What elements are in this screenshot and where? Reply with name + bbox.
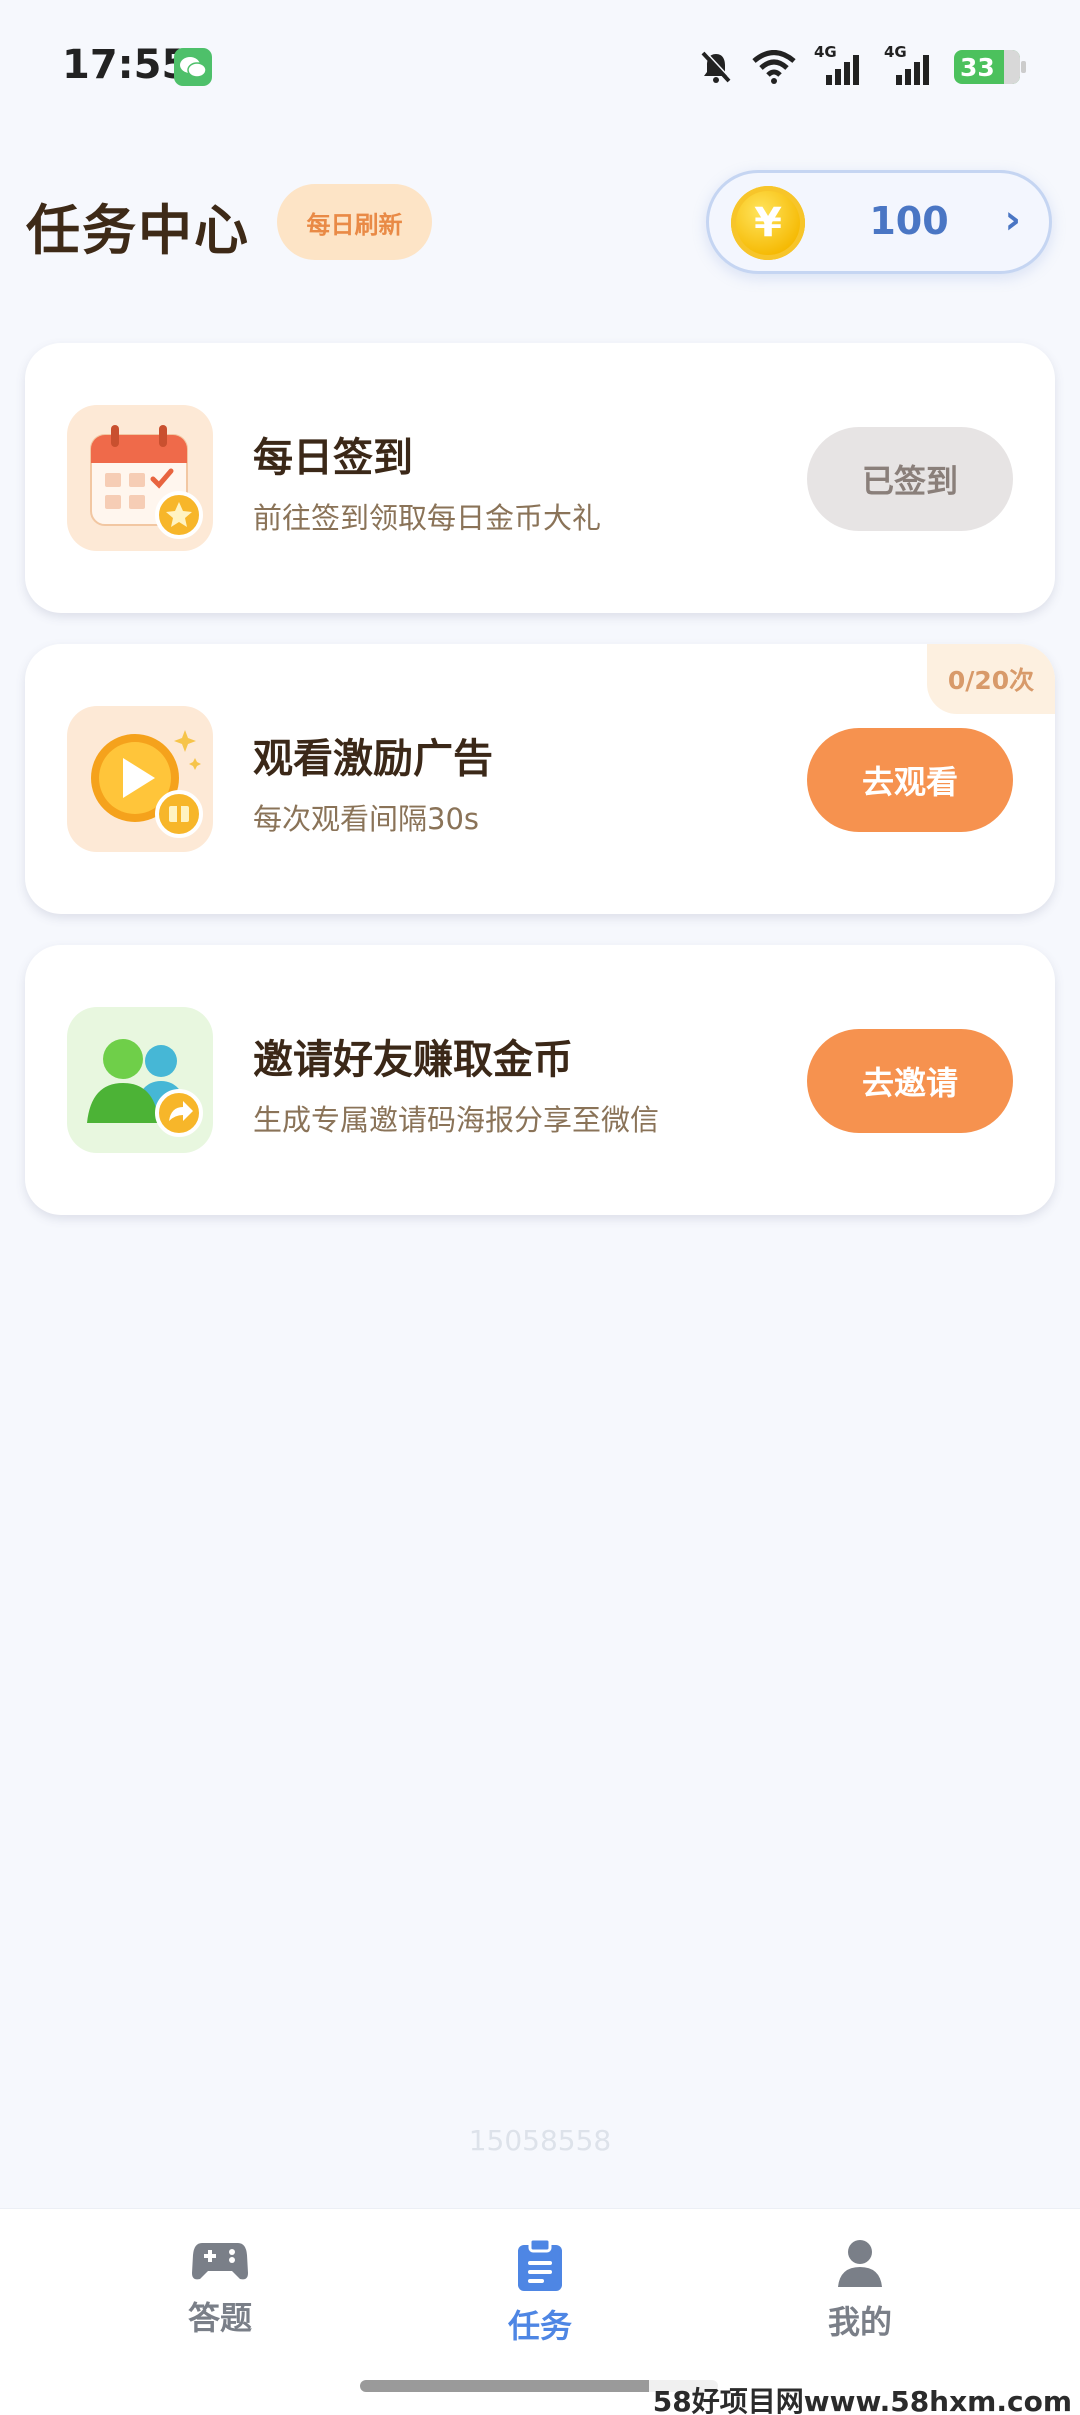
- user-icon: [838, 2240, 882, 2287]
- task-title: 观看激励广告: [253, 736, 493, 782]
- task-title: 邀请好友赚取金币: [253, 1037, 573, 1083]
- battery-level: 33: [960, 52, 995, 82]
- status-icons: 4G 4G 33: [698, 43, 1026, 88]
- status-time: 17:55: [62, 42, 190, 88]
- watch-ad-button[interactable]: 去观看: [807, 728, 1013, 832]
- network-type-label: 4G: [814, 43, 837, 61]
- wechat-notification-icon: [174, 48, 212, 86]
- task-card-invite-friends: 邀请好友赚取金币 生成专属邀请码海报分享至微信 去邀请: [25, 945, 1055, 1215]
- clipboard-icon: [518, 2239, 562, 2291]
- task-card-watch-ad: 0/20次 观看激励广告 每次观看间隔30s 去观看: [25, 644, 1055, 914]
- cellular-signal-2: 4G: [884, 43, 936, 87]
- wifi-icon: [752, 50, 796, 84]
- play-video-icon: [67, 706, 213, 852]
- nav-tab-quiz[interactable]: 答题: [120, 2227, 320, 2357]
- site-watermark: 58好项目网www.58hxm.com: [648, 2380, 1076, 2415]
- ad-view-count-badge: 0/20次: [927, 644, 1055, 714]
- coin-symbol: ¥: [754, 200, 782, 246]
- chevron-right-icon: ›: [1004, 197, 1021, 243]
- nav-label: 答题: [187, 2299, 252, 2337]
- nav-tab-tasks[interactable]: 任务: [440, 2227, 640, 2357]
- coin-balance-value: 100: [869, 199, 949, 243]
- invite-button[interactable]: 去邀请: [807, 1029, 1013, 1133]
- invite-friends-icon: [67, 1007, 213, 1153]
- gamepad-icon: [192, 2243, 248, 2280]
- page-title: 任务中心: [26, 199, 250, 262]
- task-subtitle: 生成专属邀请码海报分享至微信: [253, 1103, 660, 1137]
- task-subtitle: 前往签到领取每日金币大礼: [253, 501, 602, 535]
- task-card-daily-checkin: 每日签到 前往签到领取每日金币大礼 已签到: [25, 343, 1055, 613]
- battery-indicator: 33: [954, 50, 1026, 84]
- coin-balance-button[interactable]: ¥ 100 ›: [706, 170, 1052, 274]
- checked-in-button[interactable]: 已签到: [807, 427, 1013, 531]
- user-id-watermark: 15058558: [468, 2124, 612, 2157]
- task-title: 每日签到: [253, 435, 413, 481]
- task-subtitle: 每次观看间隔30s: [253, 802, 480, 836]
- calendar-icon: [67, 405, 213, 551]
- nav-label: 任务: [507, 2307, 572, 2345]
- nav-label: 我的: [827, 2303, 892, 2341]
- daily-refresh-badge: 每日刷新: [277, 184, 432, 260]
- status-bar: 17:55 4G 4G 33: [0, 0, 1080, 130]
- nav-tab-profile[interactable]: 我的: [760, 2227, 960, 2357]
- mute-bell-icon: [701, 50, 732, 83]
- gold-coin-icon: ¥: [731, 186, 805, 260]
- network-type-label: 4G: [884, 43, 907, 61]
- cellular-signal-1: 4G: [814, 43, 866, 87]
